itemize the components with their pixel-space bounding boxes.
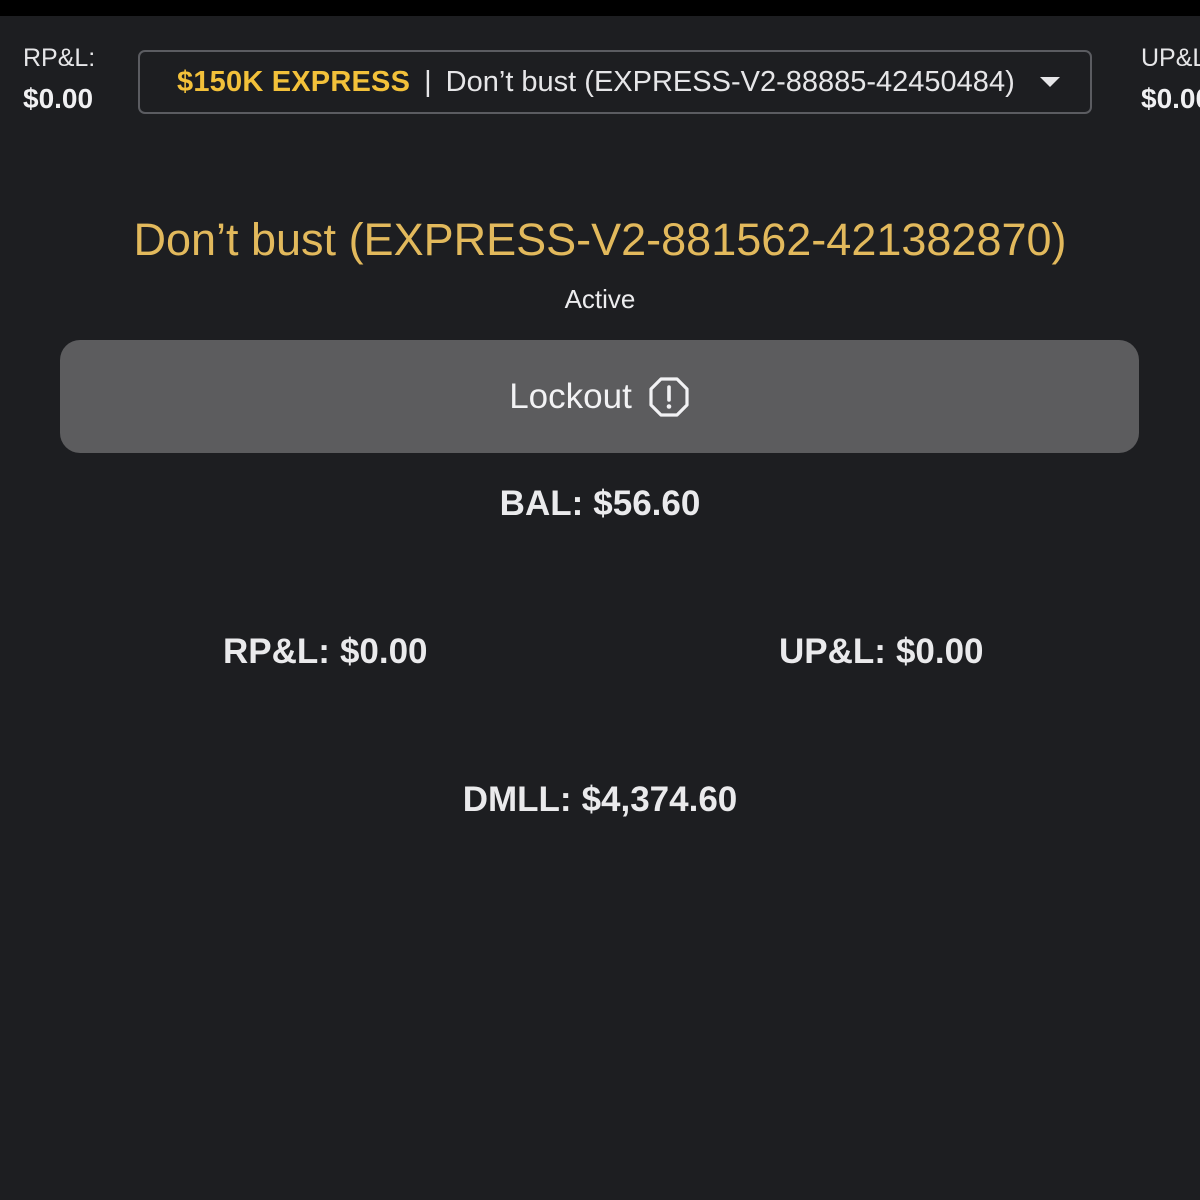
rpl-metric: RP&L: $0.00 bbox=[223, 632, 428, 672]
balance-value: $56.60 bbox=[593, 484, 701, 523]
upl-label: UP&L: bbox=[779, 632, 886, 671]
status-bar bbox=[0, 0, 1200, 16]
account-status: Active bbox=[564, 284, 636, 314]
header-upl-value: $0.00 bbox=[1141, 82, 1200, 114]
rpl-value: $0.00 bbox=[339, 632, 428, 671]
account-plan: $150K EXPRESS bbox=[177, 65, 411, 98]
header-upl-label: UP&L bbox=[1141, 44, 1200, 72]
rpl-label: RP&L: bbox=[223, 632, 330, 671]
account-select[interactable]: $150K EXPRESS | Don’t bust (EXPRESS-V2-8… bbox=[138, 50, 1092, 114]
account-title: Don’t bust (EXPRESS-V2-881562-421382870) bbox=[133, 214, 1067, 265]
dmll-value: $4,374.60 bbox=[581, 780, 738, 819]
upl-value: $0.00 bbox=[895, 632, 984, 671]
alert-octagon-icon bbox=[649, 376, 689, 417]
balance-label: BAL: bbox=[499, 484, 584, 523]
header-upl: UP&L $0.00 bbox=[1141, 44, 1200, 115]
header-rpl-value: $0.00 bbox=[23, 82, 94, 114]
lockout-button[interactable]: Lockout bbox=[60, 340, 1139, 453]
header-rpl: RP&L: $0.00 bbox=[23, 44, 95, 115]
dmll-metric: DMLL: $4,374.60 bbox=[0, 780, 1200, 820]
upl-metric: UP&L: $0.00 bbox=[779, 632, 984, 672]
balance-metric: BAL: $56.60 bbox=[0, 484, 1200, 524]
dmll-label: DMLL: bbox=[462, 780, 572, 819]
header-rpl-label: RP&L: bbox=[23, 44, 96, 72]
account-separator: | bbox=[424, 65, 432, 98]
lockout-button-label: Lockout bbox=[509, 376, 632, 416]
caret-down-icon[interactable] bbox=[1040, 77, 1060, 87]
account-select-name: Don’t bust (EXPRESS-V2-88885-42450484) bbox=[445, 65, 1015, 98]
